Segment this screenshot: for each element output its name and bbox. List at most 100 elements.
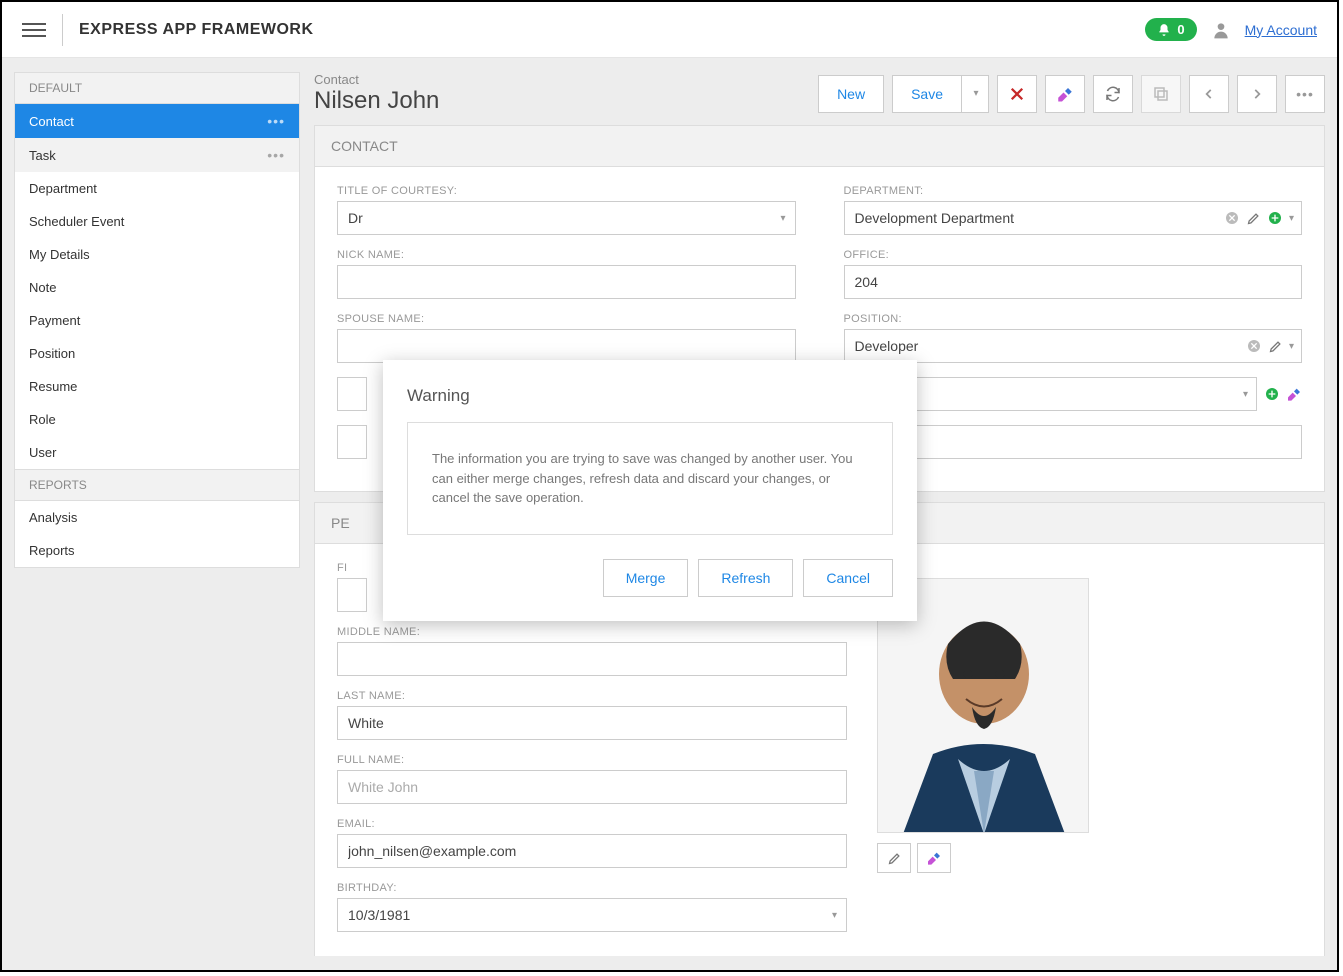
label-office: OFFICE: bbox=[844, 249, 1303, 261]
chevron-down-icon[interactable]: ▾ bbox=[1289, 213, 1294, 224]
eraser-icon[interactable] bbox=[1286, 386, 1302, 402]
sidebar-item-payment[interactable]: Payment bbox=[15, 304, 299, 337]
more-icon[interactable]: ••• bbox=[267, 147, 285, 163]
edit-icon[interactable] bbox=[1246, 211, 1261, 226]
contact-panel-header: CONTACT bbox=[315, 126, 1324, 167]
new-button[interactable]: New bbox=[818, 75, 884, 113]
obscured-field-1[interactable] bbox=[337, 377, 367, 411]
dialog-cancel-button[interactable]: Cancel bbox=[803, 559, 893, 597]
sidebar-item-label: Department bbox=[29, 181, 97, 196]
sidebar-item-label: Task bbox=[29, 148, 56, 163]
sidebar: DEFAULT Contact ••• Task ••• Department … bbox=[14, 72, 300, 956]
nav-list-reports: Analysis Reports bbox=[14, 501, 300, 568]
label-birthday: BIRTHDAY: bbox=[337, 882, 847, 894]
sidebar-item-analysis[interactable]: Analysis bbox=[15, 501, 299, 534]
dialog-merge-button[interactable]: Merge bbox=[603, 559, 689, 597]
label-photo: OTO: bbox=[877, 562, 1302, 574]
more-actions-button[interactable]: ••• bbox=[1285, 75, 1325, 113]
title-of-courtesy-select[interactable] bbox=[337, 201, 796, 235]
header-divider bbox=[62, 14, 63, 46]
label-department: DEPARTMENT: bbox=[844, 185, 1303, 197]
chevron-right-icon bbox=[1250, 87, 1264, 101]
birthday-field[interactable] bbox=[337, 898, 847, 932]
refresh-icon bbox=[1104, 85, 1122, 103]
edit-icon[interactable] bbox=[1268, 339, 1283, 354]
app-header: EXPRESS APP FRAMEWORK 0 My Account bbox=[2, 2, 1337, 58]
close-icon bbox=[1008, 85, 1026, 103]
sidebar-item-user[interactable]: User bbox=[15, 436, 299, 469]
clear-icon[interactable] bbox=[1224, 210, 1240, 226]
edit-icon bbox=[887, 851, 902, 866]
chevron-down-icon[interactable]: ▾ bbox=[1289, 341, 1294, 352]
label-full-name: FULL NAME: bbox=[337, 754, 847, 766]
eraser-button[interactable] bbox=[1045, 75, 1085, 113]
label-title-of-courtesy: TITLE OF COURTESY: bbox=[337, 185, 796, 197]
my-account-link[interactable]: My Account bbox=[1245, 22, 1317, 38]
sidebar-item-note[interactable]: Note bbox=[15, 271, 299, 304]
notification-badge[interactable]: 0 bbox=[1145, 18, 1196, 41]
sidebar-item-my-details[interactable]: My Details bbox=[15, 238, 299, 271]
sidebar-item-resume[interactable]: Resume bbox=[15, 370, 299, 403]
sidebar-item-label: Resume bbox=[29, 379, 77, 394]
hamburger-menu-icon[interactable] bbox=[22, 23, 46, 37]
sidebar-item-label: Reports bbox=[29, 543, 75, 558]
sidebar-item-label: Analysis bbox=[29, 510, 77, 525]
save-dropdown-button[interactable]: ▾ bbox=[961, 75, 989, 113]
first-name-field[interactable] bbox=[337, 578, 367, 612]
clear-icon[interactable] bbox=[1246, 338, 1262, 354]
add-icon[interactable] bbox=[1267, 210, 1283, 226]
sidebar-item-role[interactable]: Role bbox=[15, 403, 299, 436]
sidebar-item-scheduler-event[interactable]: Scheduler Event bbox=[15, 205, 299, 238]
sidebar-item-label: Note bbox=[29, 280, 56, 295]
warning-dialog: Warning The information you are trying t… bbox=[383, 360, 917, 621]
cancel-button[interactable] bbox=[997, 75, 1037, 113]
nav-section-header-default: DEFAULT bbox=[14, 72, 300, 104]
label-nick-name: NICK NAME: bbox=[337, 249, 796, 261]
label-spouse-name: SPOUSE NAME: bbox=[337, 313, 796, 325]
nick-name-field[interactable] bbox=[337, 265, 796, 299]
bell-icon bbox=[1157, 23, 1171, 37]
copy-button[interactable] bbox=[1141, 75, 1181, 113]
photo-edit-button[interactable] bbox=[877, 843, 911, 873]
page-titlebar: Contact Nilsen John New Save ▾ bbox=[314, 72, 1325, 115]
sidebar-item-contact[interactable]: Contact ••• bbox=[15, 104, 299, 138]
obscured-field-2[interactable] bbox=[337, 425, 367, 459]
dialog-message: The information you are trying to save w… bbox=[407, 422, 893, 535]
position-lookup[interactable] bbox=[844, 329, 1303, 363]
next-button[interactable] bbox=[1237, 75, 1277, 113]
notification-count: 0 bbox=[1177, 22, 1184, 37]
sidebar-item-label: Role bbox=[29, 412, 56, 427]
spouse-name-field[interactable] bbox=[337, 329, 796, 363]
sidebar-item-reports[interactable]: Reports bbox=[15, 534, 299, 567]
sidebar-item-label: Position bbox=[29, 346, 75, 361]
more-icon[interactable]: ••• bbox=[267, 113, 285, 129]
sidebar-item-label: Payment bbox=[29, 313, 80, 328]
nav-list-default: Contact ••• Task ••• Department Schedule… bbox=[14, 104, 300, 470]
dialog-refresh-button[interactable]: Refresh bbox=[698, 559, 793, 597]
sidebar-item-task[interactable]: Task ••• bbox=[15, 138, 299, 172]
label-last-name: LAST NAME: bbox=[337, 690, 847, 702]
sidebar-item-label: My Details bbox=[29, 247, 90, 262]
label-email: EMAIL: bbox=[337, 818, 847, 830]
last-name-field[interactable] bbox=[337, 706, 847, 740]
chevron-left-icon bbox=[1202, 87, 1216, 101]
dialog-title: Warning bbox=[407, 386, 893, 406]
user-icon[interactable] bbox=[1211, 20, 1231, 40]
prev-button[interactable] bbox=[1189, 75, 1229, 113]
more-icon: ••• bbox=[1296, 86, 1314, 102]
office-field[interactable] bbox=[844, 265, 1303, 299]
eraser-icon bbox=[1056, 85, 1074, 103]
sidebar-item-position[interactable]: Position bbox=[15, 337, 299, 370]
page-title: Nilsen John bbox=[314, 87, 439, 115]
add-icon[interactable] bbox=[1264, 386, 1280, 402]
eraser-icon bbox=[926, 850, 942, 866]
full-name-field[interactable] bbox=[337, 770, 847, 804]
refresh-button[interactable] bbox=[1093, 75, 1133, 113]
chevron-down-icon[interactable]: ▾ bbox=[1243, 389, 1248, 400]
sidebar-item-label: User bbox=[29, 445, 56, 460]
save-button[interactable]: Save bbox=[892, 75, 961, 113]
photo-clear-button[interactable] bbox=[917, 843, 951, 873]
sidebar-item-department[interactable]: Department bbox=[15, 172, 299, 205]
middle-name-field[interactable] bbox=[337, 642, 847, 676]
email-field[interactable] bbox=[337, 834, 847, 868]
